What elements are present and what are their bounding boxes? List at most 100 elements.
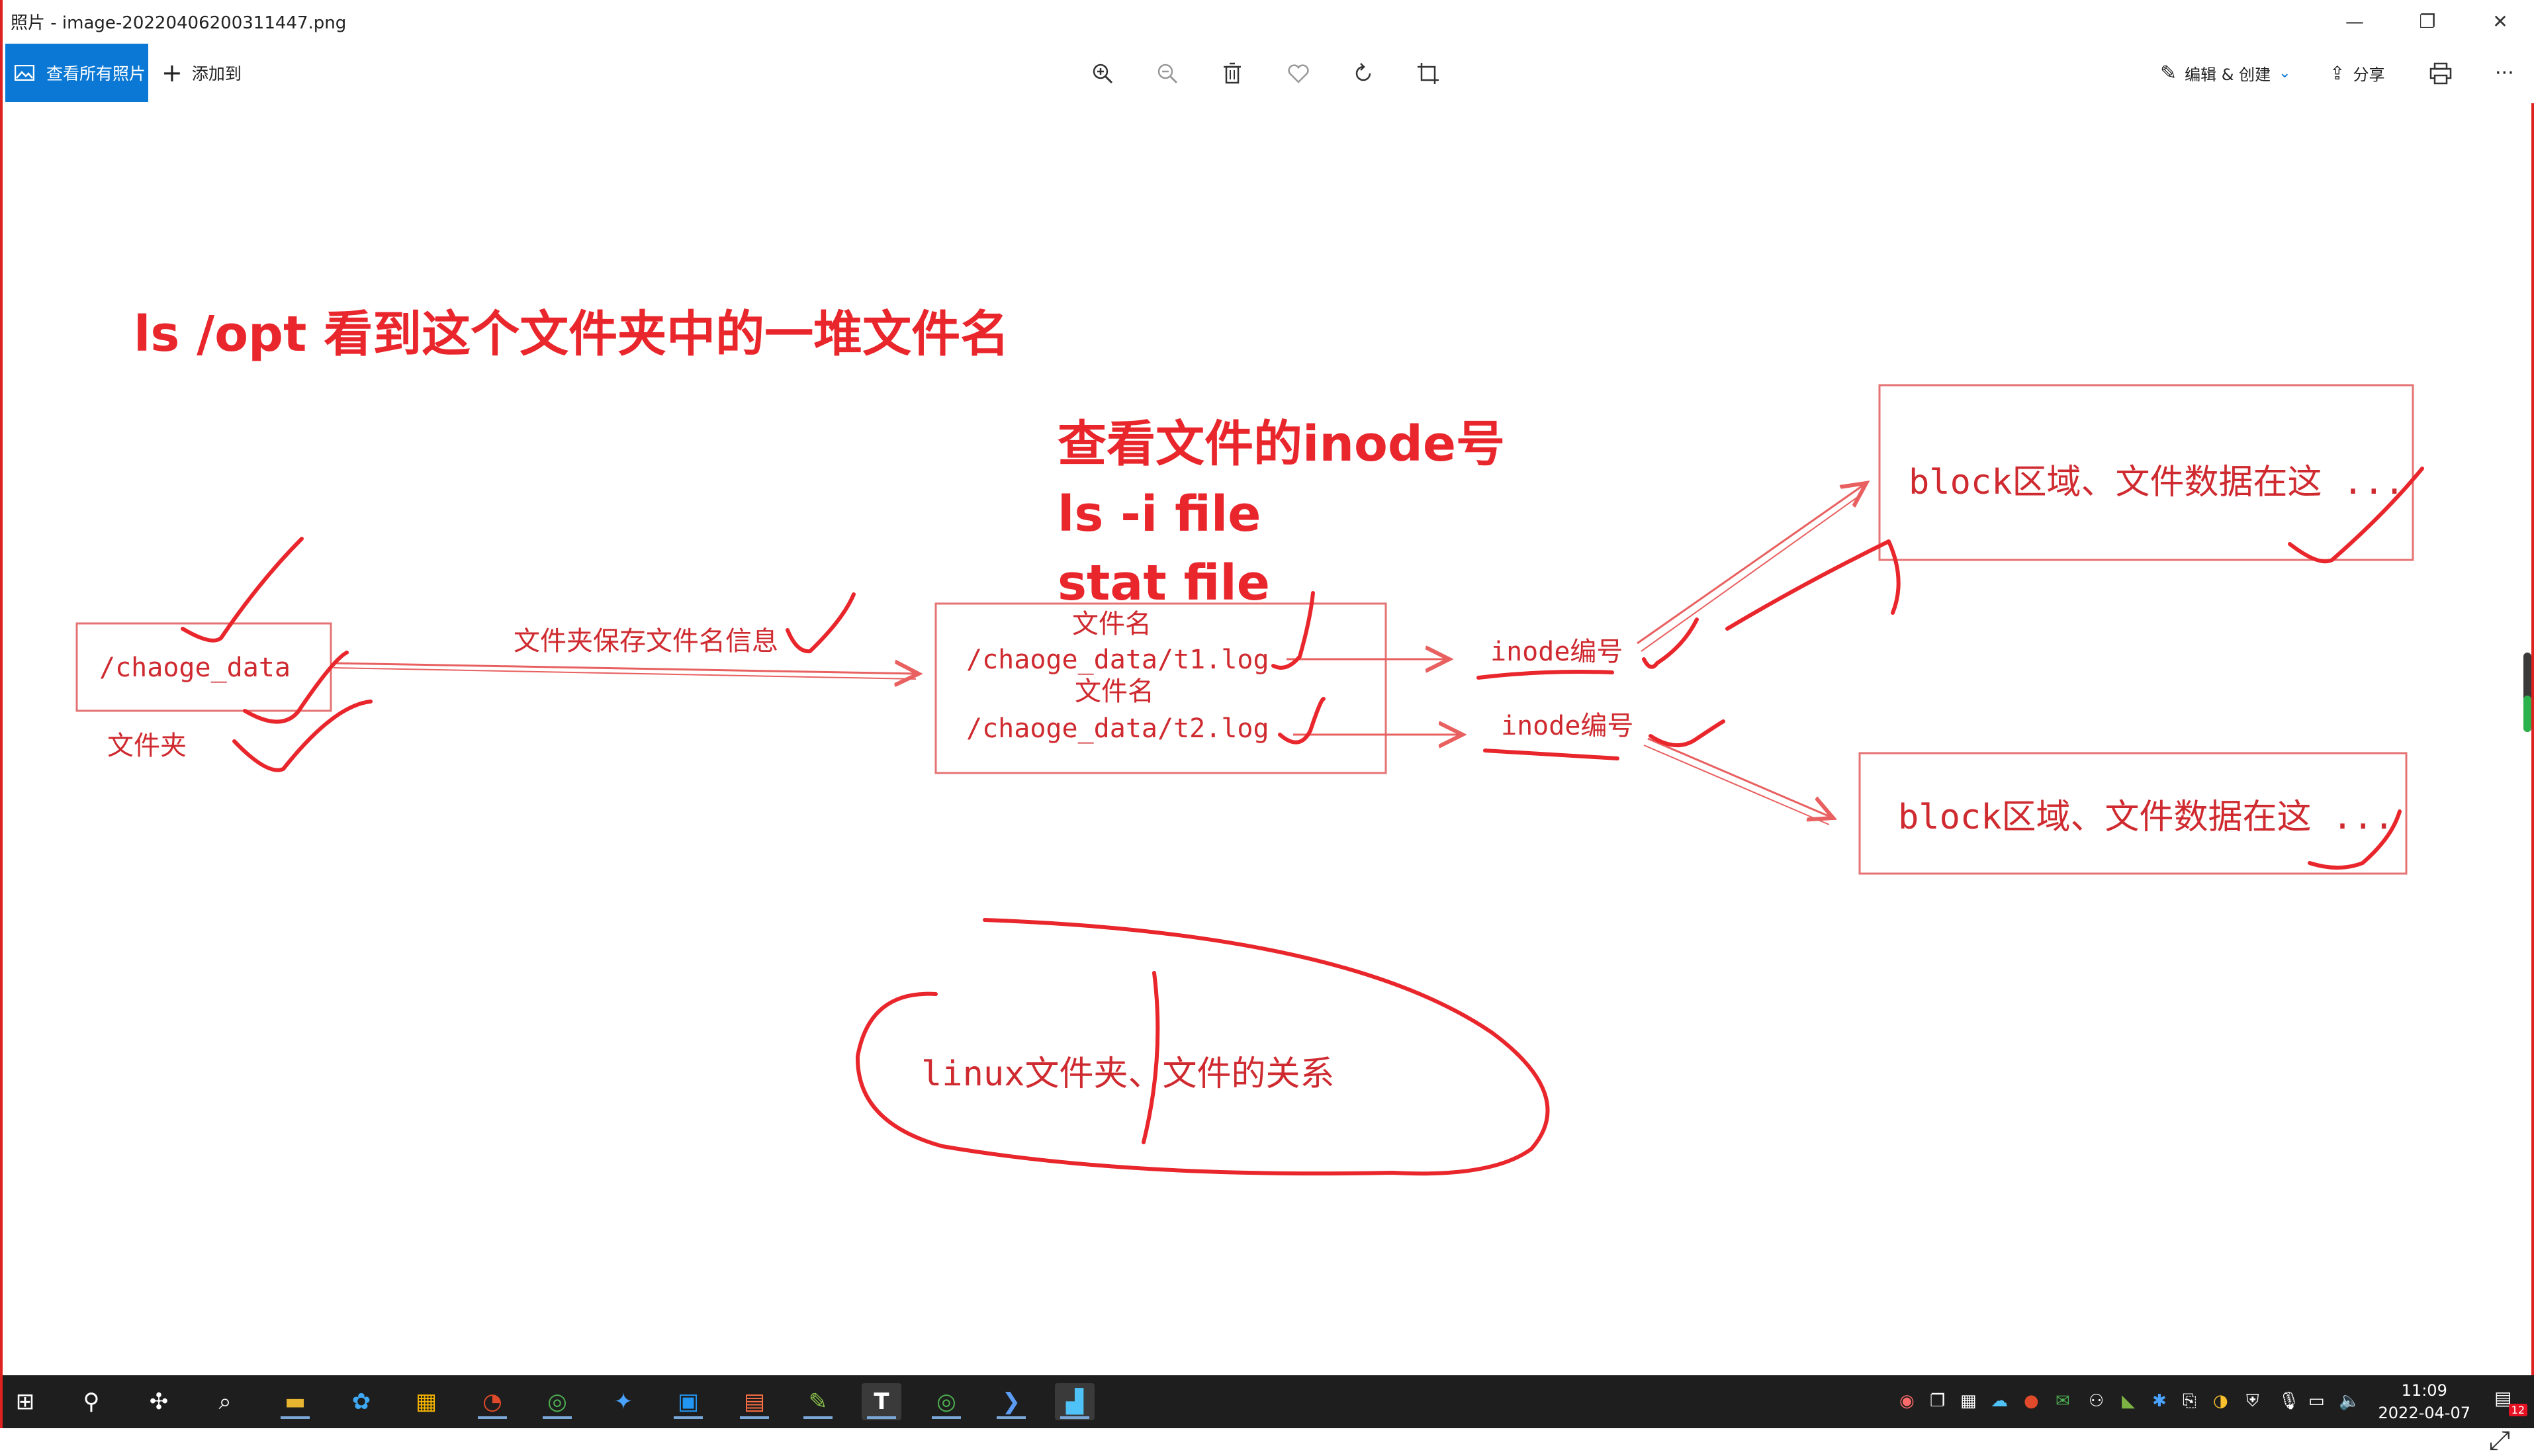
view-all-label: 查看所有照片 bbox=[46, 64, 146, 83]
tray-mic-icon[interactable]: 🎙 bbox=[2278, 1391, 2300, 1411]
app-pinwheel-icon[interactable]: ✣ bbox=[139, 1383, 179, 1420]
app-slides-icon[interactable]: ▤ bbox=[735, 1383, 774, 1420]
tray-wechat-icon[interactable]: ✉ bbox=[2056, 1391, 2070, 1411]
app-window-icon[interactable]: ▣ bbox=[668, 1383, 708, 1420]
typora-icon[interactable]: T bbox=[862, 1383, 901, 1420]
file-explorer-icon[interactable]: ▬ bbox=[275, 1383, 315, 1420]
crop-icon[interactable] bbox=[1410, 57, 1447, 90]
tray-monitor-icon[interactable]: ▭ bbox=[2308, 1391, 2325, 1411]
inode2-underline bbox=[1483, 749, 1619, 760]
check-mark-folder-caption bbox=[232, 700, 373, 772]
tray-network-icon[interactable]: ⚇ bbox=[2089, 1391, 2104, 1411]
chrome-icon[interactable]: ◎ bbox=[537, 1383, 577, 1420]
photo-toolbar: 查看所有照片 + 添加到 ✎ 编辑 & 创建 ⌄ ⇪ 分享 ··· bbox=[3, 42, 2534, 103]
taskbar-clock[interactable]: 11:09 2022-04-07 bbox=[2378, 1379, 2470, 1424]
share-label: 分享 bbox=[2353, 65, 2385, 84]
block-text-2: block区域、文件数据在这 ... bbox=[1898, 797, 2394, 837]
folder-to-files-arrow bbox=[333, 663, 919, 674]
maximize-button[interactable]: ❐ bbox=[2391, 0, 2464, 42]
photos-app-window: 照片 - image-20220406200311447.png — ❐ ✕ 查… bbox=[0, 0, 2534, 1456]
plus-icon: + bbox=[161, 58, 183, 87]
files-box bbox=[934, 602, 1387, 774]
tray-window-icon[interactable]: ❐ bbox=[1930, 1391, 1945, 1411]
notification-center-icon[interactable]: ▤ 12 bbox=[2494, 1387, 2527, 1416]
powershell-icon[interactable]: ❯ bbox=[991, 1383, 1031, 1420]
tray-grid-icon[interactable]: ▦ bbox=[1960, 1391, 1977, 1411]
zoom-in-icon[interactable] bbox=[1084, 57, 1121, 90]
add-to-button[interactable]: + 添加到 bbox=[161, 44, 242, 102]
inode-title-text: 查看文件的inode号 bbox=[1058, 416, 1505, 473]
share-icon: ⇪ bbox=[2330, 62, 2345, 84]
inode-label-1: inode编号 bbox=[1490, 637, 1623, 667]
tray-app-icon[interactable]: ◑ bbox=[2213, 1391, 2228, 1411]
edit-create-label: 编辑 & 创建 bbox=[2185, 65, 2271, 84]
clock-time: 11:09 bbox=[2401, 1381, 2447, 1400]
close-button[interactable]: ✕ bbox=[2464, 0, 2534, 42]
tray-volume-icon[interactable]: 🔈 bbox=[2339, 1391, 2360, 1411]
app-cloud-icon[interactable]: ✿ bbox=[341, 1383, 381, 1420]
tray-bluetooth-icon[interactable]: ✱ bbox=[2152, 1391, 2167, 1411]
favorite-heart-icon[interactable] bbox=[1280, 57, 1317, 90]
app-search-icon[interactable]: ⌕ bbox=[205, 1383, 245, 1420]
tray-cloud-icon[interactable]: ☁ bbox=[1991, 1391, 2008, 1411]
tray-record-icon[interactable]: ◉ bbox=[1899, 1391, 1915, 1411]
chrome-icon-2[interactable]: ◎ bbox=[927, 1383, 966, 1420]
windows-start-icon[interactable]: ⊞ bbox=[5, 1383, 45, 1420]
tray-circle-icon[interactable]: ● bbox=[2024, 1391, 2039, 1411]
more-options-button[interactable]: ··· bbox=[2495, 44, 2514, 102]
inode2-to-block2-line bbox=[1643, 745, 1830, 825]
block-text-1: block区域、文件数据在这 ... bbox=[1909, 463, 2405, 502]
inode1-to-block1-arrow bbox=[1637, 483, 1866, 645]
photos-app-icon[interactable]: ▟ bbox=[1055, 1383, 1095, 1420]
file-path-2: /chaoge_data/t2.log bbox=[966, 713, 1269, 744]
whiteboard-drawing: ls /opt 看到这个文件夹中的一堆文件名 查看文件的inode号 ls -i… bbox=[75, 306, 2424, 1176]
search-icon[interactable]: ⚲ bbox=[71, 1383, 111, 1420]
windows-taskbar: ⊞ ⚲ ✣ ⌕ ▬ ✿ ▦ ◔ ◎ ✦ ▣ ▤ ✎ T ◎ ❯ ▟ ◉ ❐ ▦ … bbox=[3, 1375, 2534, 1428]
tray-nvidia-icon[interactable]: ◣ bbox=[2122, 1391, 2135, 1411]
edit-pencil-icon: ✎ bbox=[2160, 61, 2177, 85]
check-mark-inode2 bbox=[1649, 719, 1725, 748]
photo-icon bbox=[15, 65, 34, 81]
relation-text: linux文件夹、文件的关系 bbox=[921, 1054, 1335, 1094]
folder-caption-text: 文件夹 bbox=[107, 731, 187, 761]
command-ls-text: ls -i file bbox=[1058, 486, 1261, 543]
app-bird-icon[interactable]: ✦ bbox=[604, 1383, 643, 1420]
minimize-button[interactable]: — bbox=[2318, 0, 2391, 42]
inode2-to-block2-arrow bbox=[1647, 737, 1833, 818]
file-path-1: /chaoge_data/t1.log bbox=[966, 645, 1269, 675]
inode-label-2: inode编号 bbox=[1501, 711, 1633, 741]
inode1-underline bbox=[1476, 670, 1614, 680]
app-grid-icon[interactable]: ▦ bbox=[406, 1383, 446, 1420]
scrollbar-indicator bbox=[2523, 696, 2531, 732]
notification-count-badge: 12 bbox=[2508, 1404, 2527, 1416]
block1-bracket-stroke bbox=[1725, 539, 1901, 631]
check-mark-folder-top bbox=[181, 537, 304, 643]
chevron-down-icon: ⌄ bbox=[2279, 64, 2291, 81]
check-mark-arrow-label bbox=[786, 592, 856, 654]
rotate-icon[interactable] bbox=[1345, 57, 1382, 90]
folder-name-text: /chaoge_data bbox=[99, 653, 291, 683]
zoom-out-icon[interactable] bbox=[1149, 57, 1186, 90]
delete-icon[interactable] bbox=[1214, 57, 1251, 90]
file-label-1: 文件名 bbox=[1072, 609, 1152, 639]
app-editor-icon[interactable]: ✎ bbox=[798, 1383, 838, 1420]
clock-date: 2022-04-07 bbox=[2378, 1404, 2470, 1422]
view-all-photos-button[interactable]: 查看所有照片 bbox=[5, 44, 148, 102]
image-viewer-canvas[interactable]: ls /opt 看到这个文件夹中的一堆文件名 查看文件的inode号 ls -i… bbox=[3, 103, 2534, 1456]
fullscreen-expand-icon[interactable]: ⤢ bbox=[2489, 1426, 2510, 1456]
window-title: 照片 - image-20220406200311447.png bbox=[11, 13, 347, 33]
edit-create-button[interactable]: ✎ 编辑 & 创建 ⌄ bbox=[2160, 44, 2291, 102]
check-mark-file2 bbox=[1278, 697, 1326, 745]
folder-to-files-arrow-line bbox=[333, 667, 917, 680]
share-button[interactable]: ⇪ 分享 bbox=[2330, 44, 2384, 102]
file-label-2: 文件名 bbox=[1075, 676, 1154, 707]
heading-text: ls /opt 看到这个文件夹中的一堆文件名 bbox=[134, 306, 1009, 363]
app-swirl-icon[interactable]: ◔ bbox=[473, 1383, 512, 1420]
print-icon[interactable] bbox=[2422, 57, 2459, 90]
title-bar[interactable]: 照片 - image-20220406200311447.png — ❐ ✕ bbox=[3, 0, 2534, 42]
relation-ellipse bbox=[855, 918, 1550, 1176]
tray-shield-icon[interactable]: ⛨ bbox=[2246, 1391, 2259, 1412]
arrow-label-text: 文件夹保存文件名信息 bbox=[514, 626, 778, 657]
tray-usb-icon[interactable]: ⎘ bbox=[2183, 1391, 2196, 1412]
add-to-label: 添加到 bbox=[191, 64, 242, 83]
